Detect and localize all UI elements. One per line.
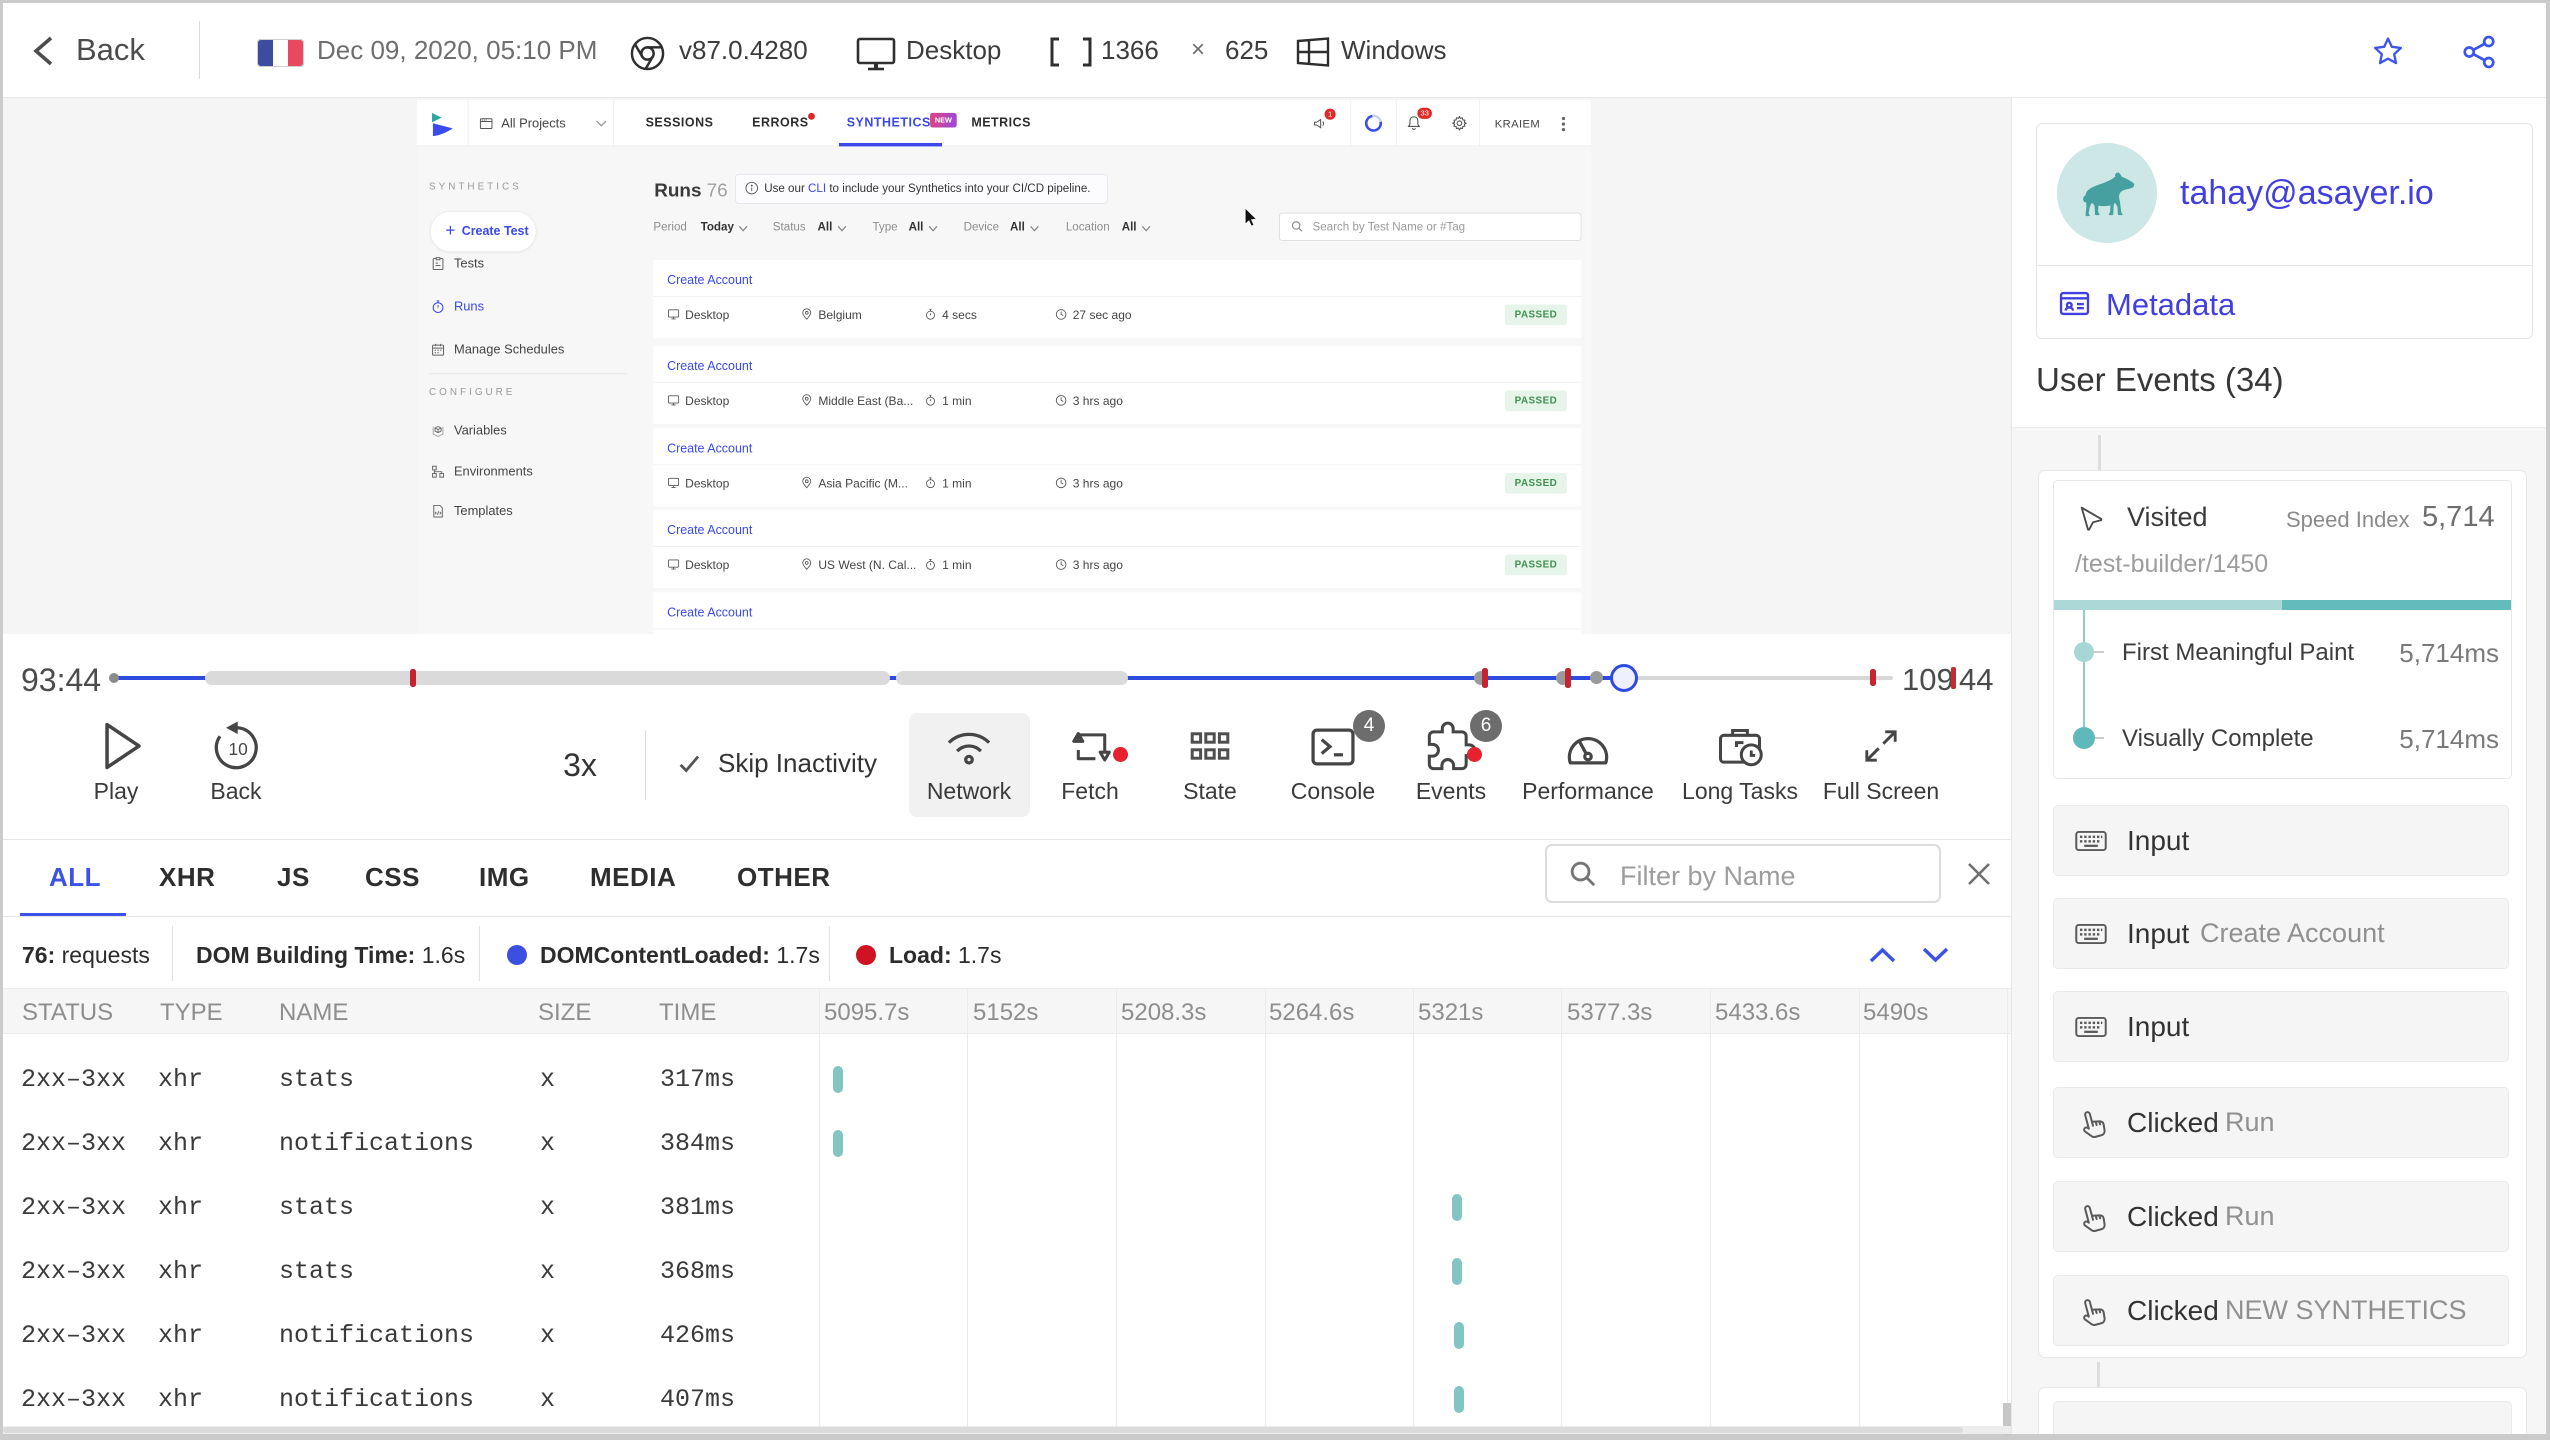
svg-text:10: 10 (229, 739, 248, 759)
